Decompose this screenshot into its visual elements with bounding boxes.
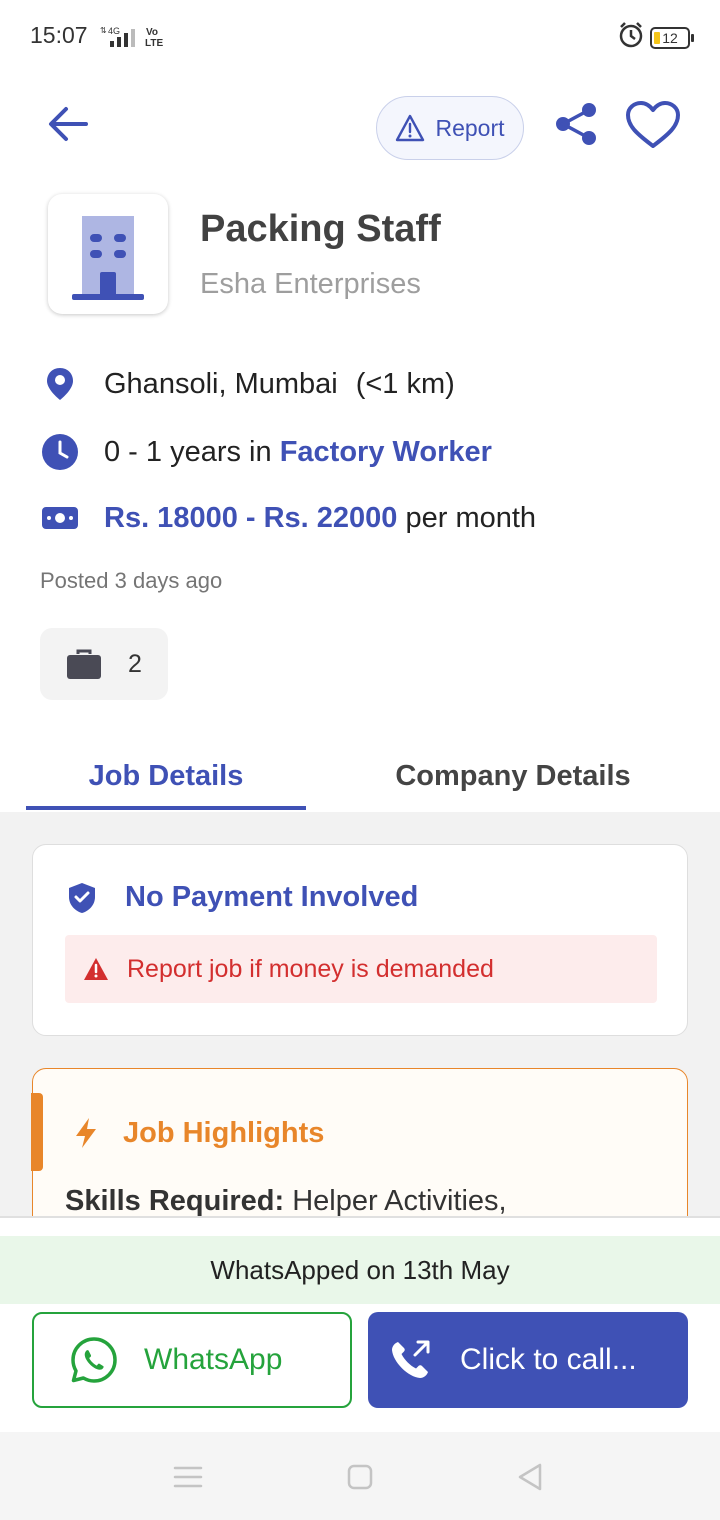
heart-icon (626, 101, 680, 148)
report-label: Report (435, 114, 505, 141)
share-icon (556, 103, 596, 145)
signal-icon: ⇅ 4G Vo LTE (100, 24, 172, 55)
home-square-icon (347, 1464, 373, 1490)
network-type: 4G (108, 26, 120, 36)
status-bar: 15:07 ⇅ 4G Vo LTE 12 (0, 0, 720, 72)
skills-value: Helper Activities, (284, 1185, 507, 1216)
job-title: Packing Staff (200, 208, 441, 250)
openings-count: 2 (128, 649, 142, 678)
svg-text:LTE: LTE (145, 38, 163, 49)
whatsapped-banner: WhatsApped on 13th May (0, 1236, 720, 1304)
phone-call-icon (392, 1340, 430, 1378)
lightning-bolt-icon (73, 1117, 99, 1154)
menu-icon (173, 1466, 203, 1488)
whatsapp-label: WhatsApp (144, 1343, 283, 1376)
location-text: Ghansoli, Mumbai (104, 367, 338, 400)
salary-row: Rs. 18000 - Rs. 22000 per month (40, 498, 536, 538)
money-warning: Report job if money is demanded (65, 935, 657, 1003)
call-label: Click to call... (460, 1343, 637, 1376)
money-warning-text: Report job if money is demanded (127, 954, 494, 983)
skills-line: Skills Required: Helper Activities, (65, 1185, 507, 1216)
svg-text:Vo: Vo (146, 27, 158, 38)
openings-chip: 2 (40, 628, 168, 700)
favorite-button[interactable] (622, 94, 684, 156)
report-button[interactable]: Report (376, 96, 524, 160)
clock-icon (40, 432, 80, 472)
warning-triangle-icon (396, 114, 425, 142)
location-row: Ghansoli, Mumbai (<1 km) (40, 364, 455, 404)
system-back-button[interactable] (510, 1460, 550, 1494)
job-highlights-card: Job Highlights Skills Required: Helper A… (31, 1068, 688, 1216)
safety-card: No Payment Involved Report job if money … (32, 844, 688, 1036)
svg-text:⇅: ⇅ (100, 26, 107, 35)
call-button[interactable]: Click to call... (368, 1312, 688, 1408)
safety-title: No Payment Involved (125, 881, 419, 913)
location-pin-icon (40, 364, 80, 404)
home-button[interactable] (340, 1460, 380, 1494)
status-time: 15:07 (30, 22, 88, 48)
posted-time: Posted 3 days ago (40, 568, 223, 593)
whatsapp-button[interactable]: WhatsApp (32, 1312, 352, 1408)
job-details-content[interactable]: No Payment Involved Report job if money … (0, 812, 720, 1216)
building-icon (72, 216, 144, 300)
company-name: Esha Enterprises (200, 268, 421, 300)
company-logo (48, 194, 168, 314)
distance-text: (<1 km) (355, 367, 455, 400)
tab-job-details[interactable]: Job Details (26, 760, 306, 793)
bottom-divider (0, 1216, 720, 1218)
battery-icon: 12 (650, 26, 694, 49)
alert-triangle-icon (84, 958, 108, 980)
highlights-accent (31, 1093, 43, 1171)
back-arrow-icon (49, 107, 88, 141)
briefcase-icon (67, 649, 101, 679)
system-nav-bar (0, 1432, 720, 1520)
menu-button[interactable] (168, 1460, 208, 1494)
whatsapp-icon (71, 1337, 117, 1383)
experience-prefix: 0 - 1 years in (104, 435, 280, 468)
salary-range: Rs. 18000 - Rs. 22000 (104, 501, 398, 534)
back-triangle-icon (518, 1463, 542, 1491)
tab-company-details[interactable]: Company Details (360, 760, 666, 793)
experience-row: 0 - 1 years in Factory Worker (40, 432, 492, 472)
alarm-icon (618, 22, 644, 53)
shield-check-icon (67, 881, 97, 920)
highlights-title: Job Highlights (123, 1117, 325, 1149)
tab-bar: Job Details Company Details (0, 740, 720, 812)
status-right: 12 (618, 22, 694, 53)
tab-indicator (26, 806, 306, 810)
experience-role: Factory Worker (279, 435, 492, 468)
salary-period: per month (397, 501, 537, 534)
share-button[interactable] (548, 96, 604, 152)
cash-icon (40, 498, 80, 538)
back-button[interactable] (40, 96, 96, 152)
skills-label: Skills Required: (65, 1185, 285, 1216)
